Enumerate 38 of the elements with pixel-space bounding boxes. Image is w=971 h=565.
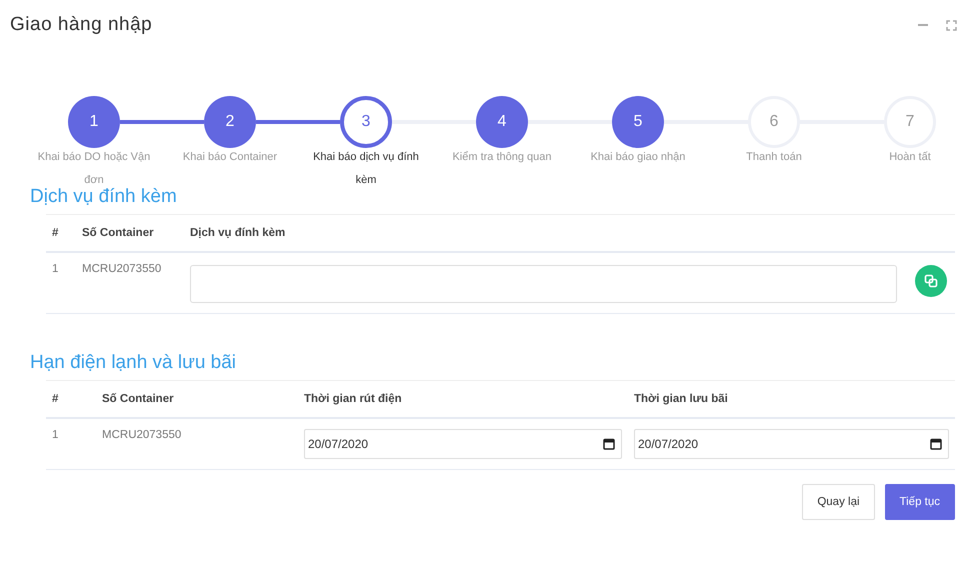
step-circle[interactable]: 1 — [68, 96, 120, 148]
calendar-icon[interactable] — [603, 438, 615, 450]
fullscreen-icon[interactable] — [946, 20, 957, 30]
column-header: Thời gian lưu bãi — [634, 393, 728, 405]
step-circle[interactable]: 5 — [612, 96, 664, 148]
calendar-icon[interactable] — [930, 438, 942, 450]
container-number: MCRU2073550 — [82, 263, 162, 275]
step-label: Kiểm tra thông quan — [452, 150, 552, 165]
container-number: MCRU2073550 — [102, 429, 182, 441]
step-label: Khai báo dịch vụ đính kèm — [312, 150, 420, 188]
row-number: 1 — [52, 263, 58, 275]
row-number: 1 — [52, 429, 58, 441]
column-header: Thời gian rút điện — [304, 393, 402, 405]
step-circle[interactable]: 7 — [884, 96, 936, 148]
column-header: Số Container — [102, 393, 174, 405]
service-field[interactable] — [190, 265, 897, 303]
date-field[interactable]: 20/07/2020 — [634, 429, 949, 459]
copy-icon — [924, 274, 938, 288]
step-label: Khai báo DO hoặc Vận đơn — [36, 150, 152, 188]
action-button[interactable]: Tiếp tục — [884, 484, 955, 520]
step-circle[interactable]: 6 — [748, 96, 800, 148]
step-circle[interactable]: 4 — [476, 96, 528, 148]
action-button[interactable]: Quay lại — [802, 484, 875, 520]
step-circle[interactable]: 2 — [204, 96, 256, 148]
window-title: Giao hàng nhập — [10, 14, 152, 36]
section-title: Dịch vụ đính kèm — [30, 186, 178, 208]
step-label: Khai báo Container — [182, 150, 278, 165]
step-circle[interactable]: 3 — [340, 96, 392, 148]
column-header: # — [52, 227, 58, 239]
column-header: Số Container — [82, 227, 154, 239]
copy-button[interactable] — [915, 265, 947, 297]
date-field[interactable]: 20/07/2020 — [304, 429, 622, 459]
step-label: Thanh toán — [746, 150, 802, 165]
step-label: Khai báo giao nhận — [590, 150, 686, 165]
section-title: Hạn điện lạnh và lưu bãi — [30, 352, 238, 374]
column-header: # — [52, 393, 58, 405]
column-header: Dịch vụ đính kèm — [190, 227, 286, 239]
step-label: Hoàn tất — [889, 150, 931, 165]
